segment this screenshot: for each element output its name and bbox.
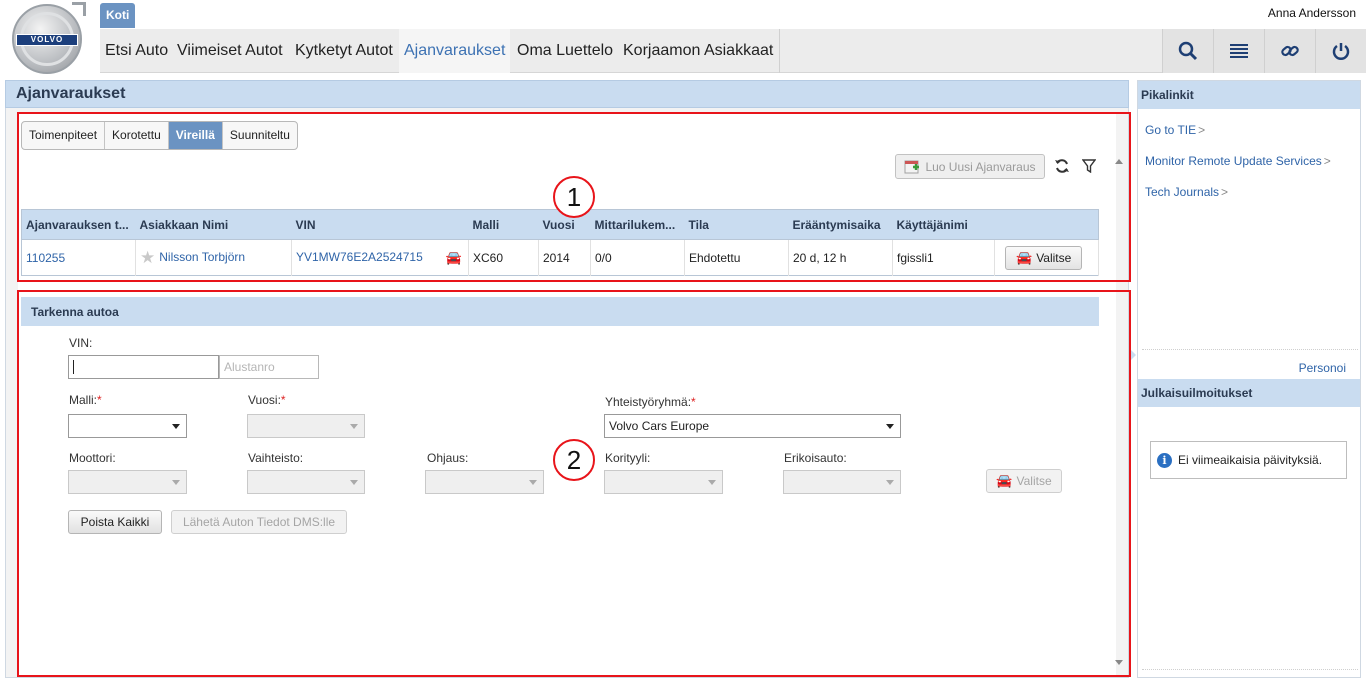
user-name[interactable]: Anna Andersson <box>1268 6 1356 20</box>
nav-kytketyt-autot[interactable]: Kytketyt Autot <box>290 29 398 73</box>
chevron-right-icon: > <box>1198 123 1206 137</box>
quicklink-monitor-remote-update[interactable]: Monitor Remote Update Services > <box>1145 154 1331 168</box>
search-button[interactable] <box>1162 29 1213 73</box>
quicklinks-title: Pikalinkit <box>1138 81 1360 109</box>
no-updates-notice: i Ei viimeaikaisia päivityksiä. <box>1150 441 1347 479</box>
annotation-marker-1: 1 <box>553 176 595 218</box>
annotation-marker-2: 2 <box>553 439 595 481</box>
nav-oma-luettelo[interactable]: Oma Luettelo <box>512 29 618 73</box>
no-updates-text: Ei viimeaikaisia päivityksiä. <box>1178 453 1323 467</box>
main-title-bar: Ajanvaraukset <box>5 80 1129 108</box>
sidebar-toggle-handle[interactable] <box>1131 350 1136 360</box>
quicklink-go-to-tie[interactable]: Go to TIE > <box>1145 123 1205 137</box>
nav-korjaamon-asiakkaat[interactable]: Korjaamon Asiakkaat <box>618 29 778 73</box>
logo-wordmark: VOLVO <box>16 34 78 46</box>
quicklink-monitor-label: Monitor Remote Update Services <box>1145 154 1322 168</box>
nav-ajanvaraukset[interactable]: Ajanvaraukset <box>399 29 511 73</box>
page-title: Ajanvaraukset <box>16 85 126 102</box>
app-header: VOLVO Koti Anna Andersson Etsi Auto Viim… <box>0 0 1366 77</box>
volvo-logo[interactable]: VOLVO <box>12 2 86 74</box>
logout-button[interactable] <box>1315 29 1366 73</box>
list-icon <box>1230 44 1248 58</box>
quicklink-tech-journals-label: Tech Journals <box>1145 185 1220 199</box>
logo-arrow <box>72 2 86 16</box>
home-tab[interactable]: Koti <box>100 3 136 28</box>
link-icon <box>1281 45 1299 57</box>
nav-viimeiset-autot[interactable]: Viimeiset Autot <box>172 29 288 73</box>
main-nav: Etsi Auto Viimeiset Autot Kytketyt Autot… <box>100 29 1366 73</box>
list-button[interactable] <box>1213 29 1264 73</box>
divider <box>1142 669 1358 670</box>
nav-etsi-auto[interactable]: Etsi Auto <box>100 29 173 73</box>
info-icon: i <box>1157 452 1172 468</box>
right-sidebar: Pikalinkit Go to TIE > Monitor Remote Upd… <box>1137 80 1361 678</box>
personalize-link[interactable]: Personoi <box>1299 361 1346 375</box>
divider <box>1142 349 1358 350</box>
chevron-right-icon: > <box>1323 154 1331 168</box>
nav-divider <box>779 29 780 73</box>
quicklink-go-to-tie-label: Go to TIE <box>1145 123 1197 137</box>
link-button[interactable] <box>1264 29 1315 73</box>
power-icon <box>1332 43 1350 60</box>
chevron-right-icon: > <box>1221 185 1229 199</box>
search-icon <box>1178 41 1198 61</box>
annotation-box-2 <box>17 290 1131 677</box>
quicklink-tech-journals[interactable]: Tech Journals > <box>1145 185 1228 199</box>
announcements-title: Julkaisuilmoitukset <box>1138 379 1360 407</box>
nav-icon-group <box>1162 29 1366 73</box>
